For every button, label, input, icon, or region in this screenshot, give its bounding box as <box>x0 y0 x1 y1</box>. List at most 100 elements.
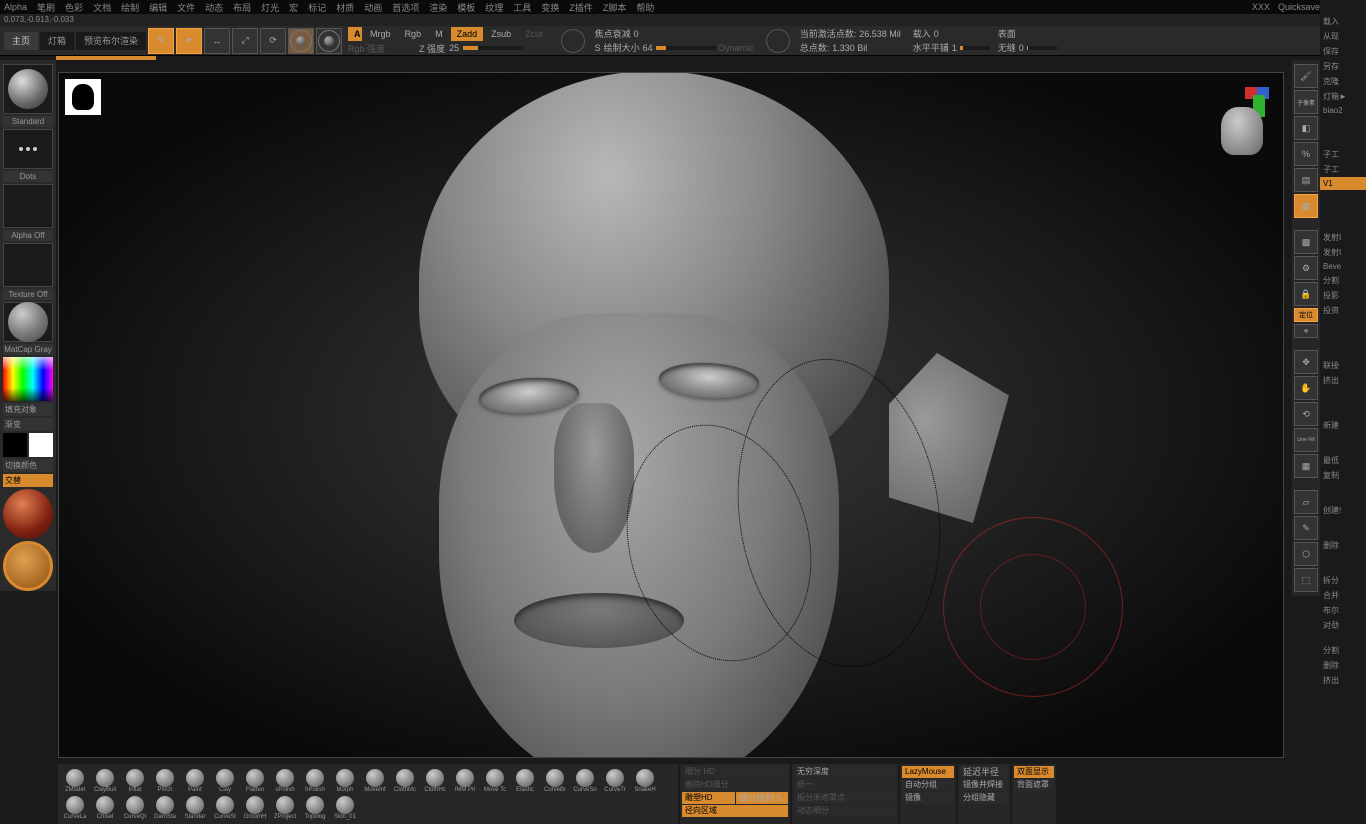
brush-snakeh[interactable]: SnakeH <box>630 766 660 793</box>
menu-macro[interactable]: 宏 <box>289 1 298 14</box>
rl-12[interactable]: Beve <box>1320 260 1366 273</box>
menu-movie[interactable]: 动画 <box>364 1 382 14</box>
rl-15[interactable]: 投资 <box>1320 303 1366 318</box>
brush-flatten[interactable]: Flatten <box>240 766 270 793</box>
rt-dynamic[interactable]: ✥ <box>1294 350 1318 374</box>
menu-brush[interactable]: 笔刷 <box>37 1 55 14</box>
bp1-radial[interactable]: 径向区域 <box>682 805 788 817</box>
rl-16[interactable]: 联接 <box>1320 358 1366 373</box>
rl-24[interactable]: 合并 <box>1320 588 1366 603</box>
mode-zadd[interactable]: Zadd <box>451 27 484 41</box>
mode-rgb[interactable]: Rgb <box>399 27 428 41</box>
brush-damsta[interactable]: DamSta <box>150 793 180 820</box>
rl-6[interactable]: biao2 <box>1320 104 1366 117</box>
vslide-slider[interactable] <box>1027 46 1057 50</box>
rl-25[interactable]: 布尔 <box>1320 603 1366 618</box>
brush-claybuil[interactable]: ClayBuil <box>90 766 120 793</box>
menu-stencil[interactable]: 模板 <box>457 1 475 14</box>
rl-2[interactable]: 保存 <box>1320 44 1366 59</box>
menu-tool[interactable]: 工具 <box>513 1 531 14</box>
bp2-r5[interactable]: 动态细分 <box>794 805 896 817</box>
bp2-r3[interactable]: 板分未遮罩点 <box>794 792 896 804</box>
brush-zproject[interactable]: ZProject <box>270 793 300 820</box>
sym-toggle[interactable]: 交替 <box>3 474 53 487</box>
brush-zmodel[interactable]: ZModel <box>60 766 90 793</box>
z-intensity-slider[interactable] <box>463 46 523 50</box>
bp1-sculpt-hd[interactable]: 雕塑HD <box>682 792 735 804</box>
rl-5[interactable]: 灯箱► <box>1320 89 1366 104</box>
rl-4[interactable]: 克隆 <box>1320 74 1366 89</box>
focal-gauge[interactable] <box>561 29 585 53</box>
rt-brush[interactable]: 🖌 <box>1294 64 1318 88</box>
rl-26[interactable]: 对劲 <box>1320 618 1366 633</box>
rl-7[interactable]: 子工 <box>1320 147 1366 162</box>
brush-topolog[interactable]: Topolog <box>300 793 330 820</box>
bp1-r2[interactable]: 删除HD细分 <box>682 779 788 791</box>
rl-0[interactable]: 载入 <box>1320 14 1366 29</box>
draw-size-slider[interactable] <box>656 46 716 50</box>
rt-marquee[interactable]: ⬚ <box>1294 568 1318 592</box>
layer-thumbnail[interactable] <box>65 79 101 115</box>
brush-clothhc[interactable]: ClothHc <box>420 766 450 793</box>
rt-linefill[interactable]: Line Fill <box>1294 428 1318 452</box>
rt-move[interactable]: ✋ <box>1294 376 1318 400</box>
brush-morph[interactable]: Morph <box>330 766 360 793</box>
rt-100[interactable]: % <box>1294 142 1318 166</box>
menu-draw[interactable]: 绘制 <box>121 1 139 14</box>
bp4-r2[interactable]: 镜像并焊接 <box>960 779 1008 791</box>
rl-3[interactable]: 另存 <box>1320 59 1366 74</box>
brush-move tc[interactable]: Move Tc <box>480 766 510 793</box>
brush-curvesn[interactable]: CurveSn <box>570 766 600 793</box>
tab-home[interactable]: 主页 <box>4 32 38 50</box>
menu-dynamic[interactable]: 动态 <box>205 1 223 14</box>
rl-17[interactable]: 挤出 <box>1320 373 1366 388</box>
rl-14[interactable]: 投影 <box>1320 288 1366 303</box>
brush-curveqt[interactable]: CurveQt <box>120 793 150 820</box>
menu-transform[interactable]: 变换 <box>541 1 559 14</box>
mode-a[interactable]: A <box>348 27 362 41</box>
brush-selector[interactable] <box>3 64 53 114</box>
texture-selector[interactable] <box>3 243 53 287</box>
tab-bool-preview[interactable]: 预览布尔渲染 <box>76 32 146 50</box>
rl-13[interactable]: 分割 <box>1320 273 1366 288</box>
count-gauge[interactable] <box>766 29 790 53</box>
mode-zsub[interactable]: Zsub <box>485 27 517 41</box>
menu-render[interactable]: 渲染 <box>429 1 447 14</box>
rt-azone[interactable]: ▤ <box>1294 168 1318 192</box>
brush-curvetr[interactable]: CurveTr <box>600 766 630 793</box>
rl-19[interactable]: 最低 <box>1320 453 1366 468</box>
gradient-label[interactable]: 渐变 <box>3 418 53 431</box>
scale-mode-button[interactable]: ⤢ <box>232 28 258 54</box>
menu-zplugin[interactable]: Z插件 <box>569 1 593 14</box>
tab-lightbox[interactable]: 灯箱 <box>40 32 74 50</box>
rl-29[interactable]: 挤出 <box>1320 673 1366 688</box>
move-mode-button[interactable]: ↔ <box>204 28 230 54</box>
rt-score[interactable]: ⚙ <box>1294 256 1318 280</box>
brush-inflat[interactable]: Inflat <box>120 766 150 793</box>
draw-mode-button[interactable]: ✦ <box>176 28 202 54</box>
bp4-r1[interactable]: 延迟半径 1 <box>960 766 1008 778</box>
menu-right-1[interactable]: XXX <box>1252 2 1270 12</box>
bp3-mirror[interactable]: 镜像 <box>902 792 954 804</box>
rt-sketch[interactable]: ✎ <box>1294 516 1318 540</box>
brush-groomh[interactable]: GroomH <box>240 793 270 820</box>
menu-marker[interactable]: 标记 <box>308 1 326 14</box>
preview-sphere-orange[interactable] <box>3 541 53 591</box>
menu-file[interactable]: 文件 <box>177 1 195 14</box>
viewport-3d[interactable] <box>58 72 1284 758</box>
rl-21[interactable]: 创建! <box>1320 503 1366 518</box>
brush-clay[interactable]: Clay <box>210 766 240 793</box>
menu-edit[interactable]: 编辑 <box>149 1 167 14</box>
edit-mode-button[interactable]: ✎ <box>148 28 174 54</box>
bp2-r2[interactable]: 统一 <box>794 779 896 791</box>
rl-1[interactable]: 从现 <box>1320 29 1366 44</box>
menu-zscript[interactable]: Z脚本 <box>603 1 627 14</box>
rt-xyz[interactable]: 定位 <box>1294 308 1318 322</box>
bp3-auto[interactable]: 自动分组 <box>902 779 954 791</box>
menu-color[interactable]: 色彩 <box>65 1 83 14</box>
brush-elastic[interactable]: Elastic <box>510 766 540 793</box>
rl-11[interactable]: 发射I <box>1320 245 1366 260</box>
rt-rotate[interactable]: ⟲ <box>1294 402 1318 426</box>
alpha-selector[interactable] <box>3 184 53 228</box>
preview-sphere-red[interactable] <box>3 489 53 539</box>
